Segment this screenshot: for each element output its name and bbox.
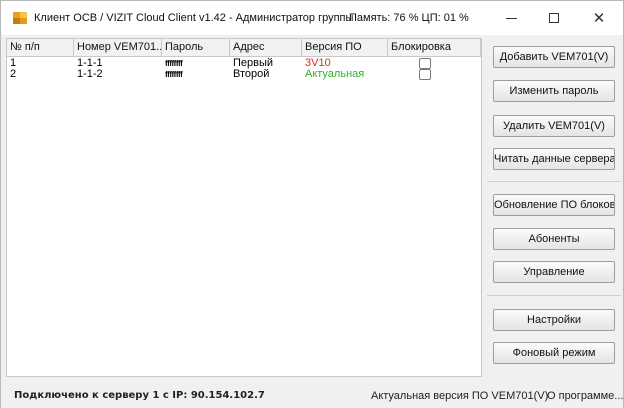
cell-address: Второй xyxy=(233,69,270,80)
cell-password: ffffffff xyxy=(165,70,183,79)
column-header-password[interactable]: Пароль xyxy=(162,39,230,57)
cell-password: ffffffff xyxy=(165,59,183,68)
cell-vem: 1-1-1 xyxy=(77,58,103,69)
background-mode-button[interactable]: Фоновый режим xyxy=(493,342,615,364)
cell-lock xyxy=(388,58,481,69)
subscribers-button[interactable]: Абоненты xyxy=(493,228,615,250)
cell-version: Актуальная xyxy=(305,69,365,80)
column-header-vem[interactable]: Номер VEM701... xyxy=(74,39,162,57)
cell-number: 2 xyxy=(10,69,17,80)
about-link[interactable]: О программе... xyxy=(547,390,623,402)
minimize-icon xyxy=(505,17,517,19)
title-bar: Клиент ОСВ / VIZIT Cloud Client v1.42 - … xyxy=(1,1,623,35)
maximize-icon xyxy=(549,13,559,23)
minimize-button[interactable] xyxy=(489,1,533,35)
cell-lock xyxy=(388,69,481,80)
delete-vem-button[interactable]: Удалить VEM701(V) xyxy=(493,115,615,137)
column-header-number[interactable]: № п/п xyxy=(7,39,74,57)
table-row[interactable]: 2 1-1-2 ffffffff Второй Актуальная xyxy=(7,69,481,80)
cell-vem: 1-1-2 xyxy=(77,69,103,80)
column-header-lock[interactable]: Блокировка xyxy=(388,39,481,57)
current-version-link[interactable]: Актуальная версия ПО VEM701(V) xyxy=(371,390,548,402)
change-password-button[interactable]: Изменить пароль xyxy=(493,80,615,102)
table-row[interactable]: 1 1-1-1 ffffffff Первый 3V10 xyxy=(7,58,481,69)
cell-address: Первый xyxy=(233,58,274,69)
column-header-version[interactable]: Версия ПО xyxy=(302,39,388,57)
read-server-data-button[interactable]: Читать данные сервера xyxy=(493,148,615,170)
settings-button[interactable]: Настройки xyxy=(493,309,615,331)
lock-checkbox[interactable] xyxy=(418,58,431,69)
status-bar: Подключено к серверу 1 с IP: 90.154.102.… xyxy=(1,382,623,408)
control-button[interactable]: Управление xyxy=(493,261,615,283)
devices-table[interactable]: № п/п Номер VEM701... Пароль Адрес Верси… xyxy=(6,38,482,377)
update-firmware-button[interactable]: Обновление ПО блоков xyxy=(493,194,615,216)
resource-usage: Память: 76 % ЦП: 01 % xyxy=(349,12,469,24)
column-header-address[interactable]: Адрес xyxy=(230,39,302,57)
close-button[interactable]: ✕ xyxy=(577,1,621,35)
cell-number: 1 xyxy=(10,58,17,69)
table-header: № п/п Номер VEM701... Пароль Адрес Верси… xyxy=(7,39,481,57)
add-vem-button[interactable]: Добавить VEM701(V) xyxy=(493,46,615,68)
divider xyxy=(487,295,621,296)
cell-version: 3V10 xyxy=(305,58,331,69)
close-icon: ✕ xyxy=(592,9,606,27)
maximize-button[interactable] xyxy=(532,1,576,35)
lock-checkbox[interactable] xyxy=(418,69,431,80)
divider xyxy=(487,181,621,182)
app-grid-icon xyxy=(13,12,27,24)
actions-sidebar: Добавить VEM701(V) Изменить пароль Удали… xyxy=(485,38,623,377)
window-title: Клиент ОСВ / VIZIT Cloud Client v1.42 - … xyxy=(34,12,354,24)
connection-status: Подключено к серверу 1 с IP: 90.154.102.… xyxy=(14,390,265,401)
app-window: Клиент ОСВ / VIZIT Cloud Client v1.42 - … xyxy=(0,0,624,408)
